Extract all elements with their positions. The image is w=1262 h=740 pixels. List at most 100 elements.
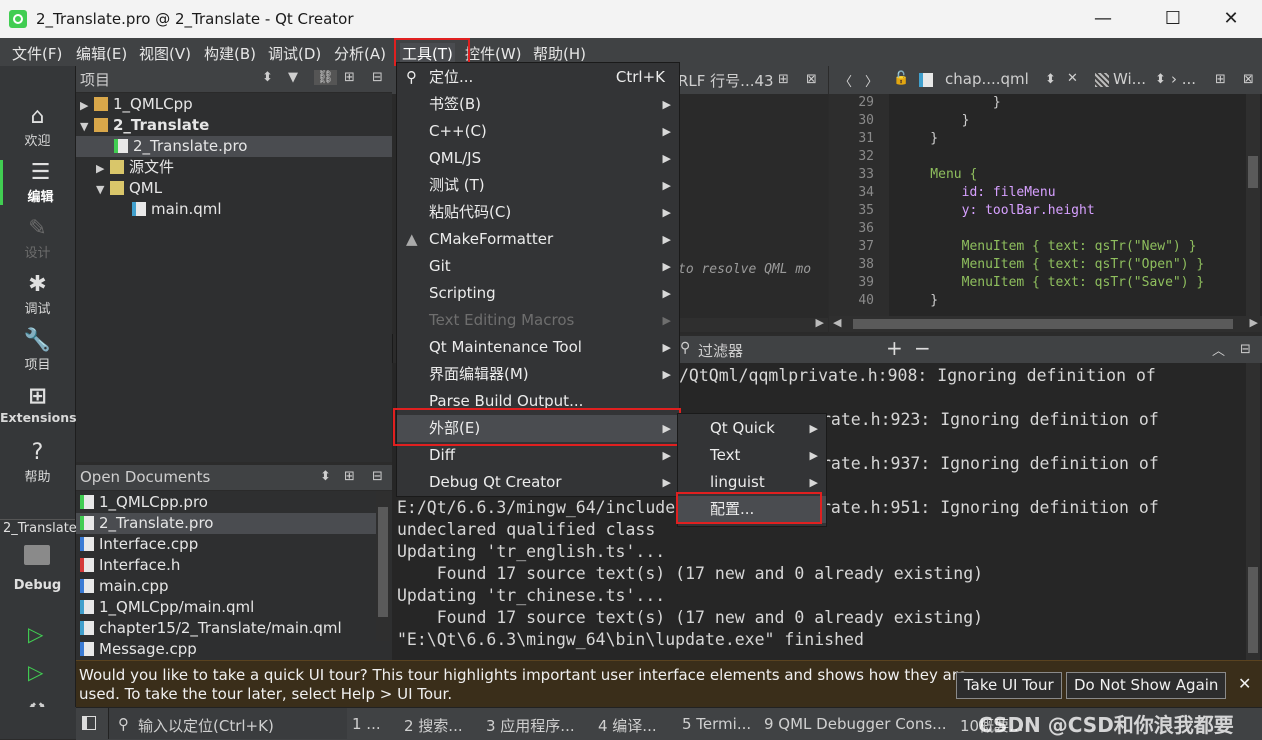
nav-back-icon[interactable]: 〈	[839, 71, 852, 90]
pane-tab-search[interactable]: 2 搜索...	[404, 715, 463, 736]
submenu-item-qt-quick[interactable]: Qt Quick ▶	[678, 415, 826, 442]
sort-icon[interactable]: ⬍	[262, 70, 273, 85]
open-doc-item[interactable]: Interface.h	[80, 555, 180, 576]
right-editor-scrollbar[interactable]	[1246, 94, 1260, 316]
pane-tab-qml-debugger-console[interactable]: 9 QML Debugger Cons...	[764, 715, 946, 733]
submenu-item-text[interactable]: Text ▶	[678, 442, 826, 469]
locator-input[interactable]: 输入以定位(Ctrl+K)	[138, 715, 274, 736]
zoom-out-icon[interactable]: −	[914, 336, 931, 360]
tree-item-2_translate[interactable]: ▼ 2_Translate	[80, 115, 209, 136]
link-icon[interactable]: ⛓	[314, 70, 337, 85]
pane-tab-terminal[interactable]: 5 Termi...	[682, 715, 751, 733]
kit-project-name[interactable]: 2_Translate	[3, 521, 77, 536]
menu-edit[interactable]: 编辑(E)	[76, 43, 127, 64]
close-button[interactable]: ✕	[1208, 0, 1254, 38]
menu-build[interactable]: 构建(B)	[204, 43, 256, 64]
tree-item-sources[interactable]: ▶ 源文件	[96, 157, 174, 178]
mode-help[interactable]: ? 帮助	[0, 440, 75, 485]
menu-item-debug-qt-creator[interactable]: Debug Qt Creator ▶	[397, 469, 679, 496]
open-doc-item[interactable]: Message.cpp	[80, 639, 197, 660]
mid-hscrollbar[interactable]: ▶	[678, 316, 828, 332]
nav-forward-icon[interactable]: 〉	[865, 71, 878, 90]
menu-view[interactable]: 视图(V)	[139, 43, 191, 64]
scrollbar-thumb[interactable]	[378, 507, 388, 617]
open-documents-scrollbar[interactable]	[376, 491, 390, 641]
debug-run-icon[interactable]: ▷	[28, 660, 43, 684]
tree-item-1_qmlcpp[interactable]: ▶ 1_QMLCpp	[80, 94, 193, 115]
mode-design[interactable]: ✎ 设计	[0, 216, 75, 261]
menu-item-qmljs[interactable]: QML/JS ▶	[397, 145, 679, 172]
do-not-show-again-button[interactable]: Do Not Show Again	[1066, 672, 1227, 699]
scrollbar-thumb[interactable]	[1248, 156, 1258, 188]
scrollbar-thumb[interactable]	[853, 319, 1233, 329]
open-doc-item[interactable]: 1_QMLCpp.pro	[80, 492, 208, 513]
open-doc-item[interactable]: 1_QMLCpp/main.qml	[80, 597, 254, 618]
menu-debug[interactable]: 调试(D)	[268, 43, 321, 64]
split-icon[interactable]: ⊞	[778, 72, 789, 87]
mode-extensions[interactable]: ⊞ Extensions	[0, 384, 77, 425]
scrollbar-thumb[interactable]	[1248, 567, 1258, 653]
run-icon[interactable]: ▷	[28, 622, 43, 646]
menu-help[interactable]: 帮助(H)	[533, 43, 586, 64]
menu-item-paste-code[interactable]: 粘贴代码(C) ▶	[397, 199, 679, 226]
symbol-selector[interactable]: Wi...	[1113, 70, 1146, 88]
menu-item-qt-maintenance-tool[interactable]: Qt Maintenance Tool ▶	[397, 334, 679, 361]
right-hscrollbar[interactable]: ◀ ▶	[829, 316, 1262, 332]
open-doc-item[interactable]: Interface.cpp	[80, 534, 198, 555]
chevron-up-icon[interactable]: ︿	[1212, 340, 1225, 359]
menu-item-tests[interactable]: 测试 (T) ▶	[397, 172, 679, 199]
menu-item-cmakeformatter[interactable]: ▲ CMakeFormatter ▶	[397, 226, 679, 253]
close-icon[interactable]: ✕	[1238, 674, 1251, 693]
zoom-in-icon[interactable]: +	[886, 336, 903, 360]
close-pane-icon[interactable]: ⊟	[372, 70, 383, 85]
split-icon[interactable]: ⊞	[344, 469, 355, 484]
more-breadcrumbs[interactable]: › ...	[1171, 70, 1196, 88]
kit-build-config[interactable]: Debug	[0, 578, 75, 593]
menu-controls[interactable]: 控件(W)	[465, 43, 522, 64]
open-doc-item[interactable]: chapter15/2_Translate/main.qml	[80, 618, 342, 639]
arrow-right-icon[interactable]: ▶	[816, 316, 824, 329]
close-pane-icon[interactable]: ⊠	[806, 72, 817, 87]
tree-item-qml[interactable]: ▼ QML	[96, 178, 162, 199]
split-icon[interactable]: ⊞	[1215, 72, 1226, 87]
split-icon[interactable]: ⊞	[344, 70, 355, 85]
maximize-button[interactable]: ☐	[1150, 0, 1196, 38]
filter-icon[interactable]: ▼	[288, 70, 298, 85]
menu-item-git[interactable]: Git ▶	[397, 253, 679, 280]
mode-edit[interactable]: ☰ 编辑	[0, 160, 78, 205]
menu-item-cpp[interactable]: C++(C) ▶	[397, 118, 679, 145]
menu-analyze[interactable]: 分析(A)	[334, 43, 386, 64]
open-doc-item[interactable]: main.cpp	[80, 576, 169, 597]
right-editor[interactable]: 29 30 31 32 33 34 35 36 37 38 39 40 } } …	[829, 94, 1262, 316]
menu-item-bookmarks[interactable]: 书签(B) ▶	[397, 91, 679, 118]
toggle-sidebar-icon[interactable]	[82, 716, 96, 730]
output-filter-input[interactable]: 过滤器	[698, 340, 743, 361]
arrow-right-icon[interactable]: ▶	[1250, 316, 1258, 329]
mode-welcome[interactable]: ⌂ 欢迎	[0, 104, 75, 149]
take-ui-tour-button[interactable]: Take UI Tour	[956, 672, 1062, 699]
menu-item-locate[interactable]: ⚲ 定位... Ctrl+K	[397, 64, 679, 91]
mode-projects[interactable]: 🔧 项目	[0, 328, 75, 373]
tree-item-main-qml[interactable]: main.qml	[132, 199, 222, 220]
open-doc-item-selected[interactable]: 2_Translate.pro	[76, 513, 376, 534]
line-ending-and-position[interactable]: RLF 行号...43	[678, 70, 774, 91]
menu-item-scripting[interactable]: Scripting ▶	[397, 280, 679, 307]
arrow-left-icon[interactable]: ◀	[833, 316, 841, 329]
close-pane-icon[interactable]: ⊠	[1243, 72, 1254, 87]
dropdown-icon[interactable]: ⬍	[1045, 72, 1056, 87]
menu-item-diff[interactable]: Diff ▶	[397, 442, 679, 469]
close-document-icon[interactable]: ✕	[1067, 71, 1078, 86]
output-scrollbar[interactable]	[1246, 363, 1260, 660]
close-pane-icon[interactable]: ⊟	[1240, 342, 1251, 357]
menu-file[interactable]: 文件(F)	[12, 43, 62, 64]
close-pane-icon[interactable]: ⊟	[372, 469, 383, 484]
pane-tab-application-output[interactable]: 3 应用程序...	[486, 715, 575, 736]
pane-tab-compile-output[interactable]: 4 编译...	[598, 715, 657, 736]
sort-icon[interactable]: ⬍	[320, 469, 331, 484]
minimize-button[interactable]: —	[1080, 0, 1126, 38]
mode-debug[interactable]: ✱ 调试	[0, 272, 75, 317]
menu-item-form-editor[interactable]: 界面编辑器(M) ▶	[397, 361, 679, 388]
tree-item-2_translate-pro[interactable]: 2_Translate.pro	[76, 136, 392, 157]
pane-tab-issues[interactable]: 1 ...	[352, 715, 381, 733]
current-file-selector[interactable]: chap....qml	[945, 70, 1029, 88]
